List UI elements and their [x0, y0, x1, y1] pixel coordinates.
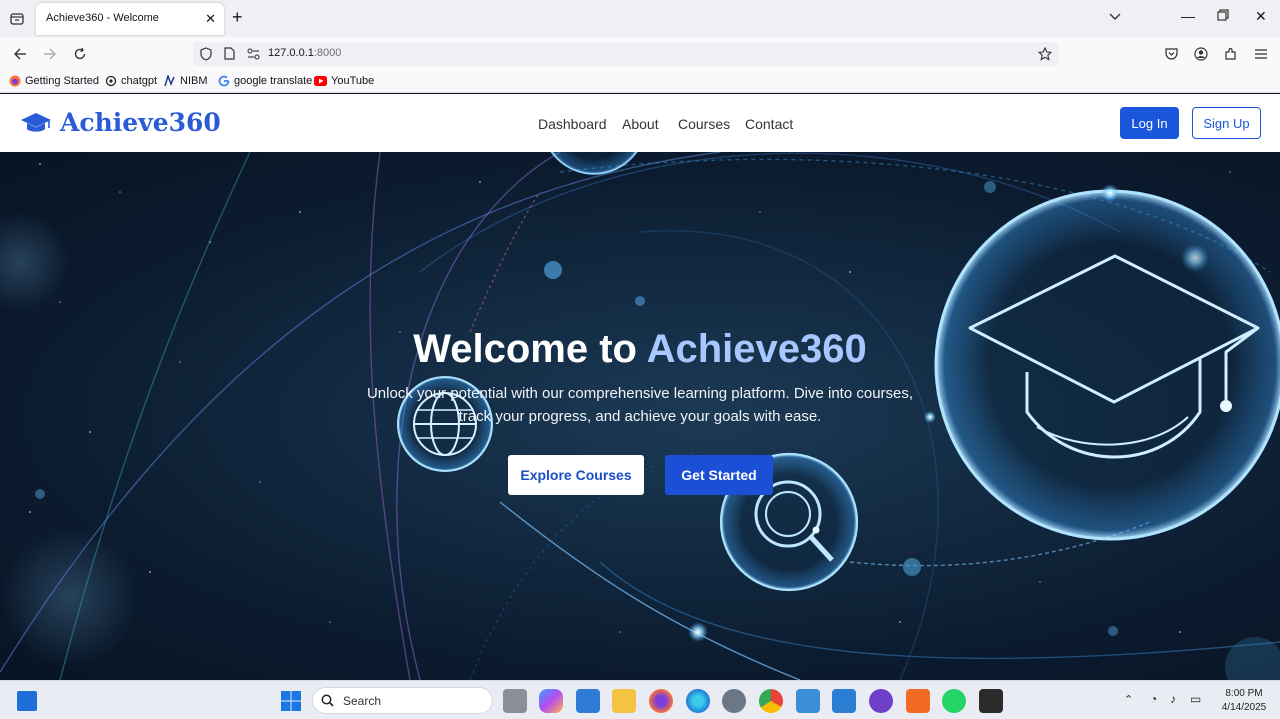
bookmarks-toolbar: Getting Started chatgpt NIBM google tran…	[0, 71, 1280, 93]
shield-icon[interactable]	[200, 47, 212, 66]
browser-toolbar: 127.0.0.1:8000	[0, 37, 1280, 71]
reload-icon[interactable]	[70, 45, 90, 63]
taskbar-search[interactable]: Search	[312, 687, 493, 714]
tab-close-icon[interactable]: ✕	[205, 11, 216, 27]
nav-courses[interactable]: Courses	[678, 116, 730, 132]
close-window-icon[interactable]: ✕	[1255, 8, 1267, 25]
restore-icon[interactable]	[1217, 8, 1229, 24]
bookmark-label: YouTube	[331, 75, 375, 87]
bookmark-chatgpt[interactable]: chatgpt	[105, 75, 157, 87]
page-icon[interactable]	[224, 47, 235, 65]
browser-tab-active[interactable]: Achieve360 - Welcome ✕	[36, 3, 224, 35]
firefox-icon	[9, 75, 21, 87]
browser-tab-bar: Achieve360 - Welcome ✕ + — ✕	[0, 0, 1280, 37]
wifi-icon[interactable]: ◔	[1150, 692, 1157, 706]
site-logo[interactable]: Achieve360	[20, 108, 221, 137]
graduation-cap-icon	[21, 112, 51, 132]
taskbar-search-placeholder: Search	[343, 694, 382, 708]
back-icon[interactable]	[10, 45, 30, 63]
nav-contact[interactable]: Contact	[745, 116, 793, 132]
url-host: 127.0.0.1	[268, 47, 314, 59]
new-tab-icon[interactable]: +	[232, 7, 243, 28]
start-icon[interactable]	[279, 689, 303, 713]
bookmark-getting-started[interactable]: Getting Started	[9, 75, 99, 87]
url-port: :8000	[313, 47, 342, 59]
nav-about[interactable]: About	[622, 116, 659, 132]
google-icon	[218, 75, 230, 87]
pocket-icon[interactable]	[1161, 45, 1181, 63]
xampp-icon[interactable]	[906, 689, 930, 713]
nav-dashboard[interactable]: Dashboard	[538, 116, 607, 132]
task-view-icon[interactable]	[503, 689, 527, 713]
bookmark-label: Getting Started	[25, 75, 99, 87]
permissions-icon[interactable]	[247, 47, 260, 65]
account-icon[interactable]	[1191, 45, 1211, 63]
whatsapp-icon[interactable]	[942, 689, 966, 713]
list-all-tabs-icon[interactable]	[1108, 9, 1122, 27]
chatgpt-icon	[105, 75, 117, 87]
clock-date: 4/14/2025	[1221, 702, 1267, 713]
menu-icon[interactable]	[1251, 45, 1271, 63]
file-explorer-icon[interactable]	[612, 689, 636, 713]
extensions-icon[interactable]	[1221, 45, 1241, 63]
firefox-taskbar-icon[interactable]	[649, 689, 673, 713]
nibm-icon	[164, 75, 175, 87]
photos-icon[interactable]	[796, 689, 820, 713]
url-text: 127.0.0.1:8000	[268, 47, 341, 59]
edge-icon[interactable]	[686, 689, 710, 713]
hero-title-prefix: Welcome to	[413, 327, 647, 371]
bookmark-google-translate[interactable]: google translate	[218, 75, 312, 87]
logo-text: Achieve360	[60, 108, 221, 137]
volume-icon[interactable]: ♪	[1170, 692, 1176, 706]
hero-title: Welcome to Achieve360	[0, 327, 1280, 372]
minimize-icon[interactable]: —	[1181, 8, 1195, 24]
explore-courses-button[interactable]: Explore Courses	[508, 455, 644, 495]
chevron-up-icon[interactable]: ⌃	[1124, 693, 1133, 706]
battery-icon[interactable]: ▭	[1190, 692, 1201, 706]
search-icon	[321, 694, 334, 707]
windows-taskbar: Search ⌃ ◔ ♪ ▭ 8:00 PM 4/14/2025	[0, 680, 1280, 719]
copilot-icon[interactable]	[539, 689, 563, 713]
settings-gear-icon[interactable]	[722, 689, 746, 713]
taskbar-clock[interactable]: 8:00 PM 4/14/2025	[1214, 687, 1274, 715]
bookmark-nibm[interactable]: NIBM	[164, 75, 208, 87]
hero-subtitle: Unlock your potential with our comprehen…	[366, 385, 914, 425]
hero-title-accent: Achieve360	[646, 327, 867, 371]
address-bar[interactable]: 127.0.0.1:8000	[193, 42, 1059, 66]
bookmark-star-icon[interactable]	[1037, 46, 1053, 66]
github-desktop-icon[interactable]	[869, 689, 893, 713]
tab-list-icon[interactable]	[6, 8, 28, 30]
clock-time: 8:00 PM	[1225, 688, 1263, 699]
bookmark-label: chatgpt	[121, 75, 158, 87]
site-header: Achieve360 Dashboard About Courses Conta…	[0, 94, 1280, 152]
hero-section: Welcome to Achieve360 Unlock your potent…	[0, 152, 1280, 680]
youtube-icon	[314, 76, 327, 86]
forward-icon[interactable]	[40, 45, 60, 63]
store-icon[interactable]	[576, 689, 600, 713]
bookmark-youtube[interactable]: YouTube	[314, 75, 374, 87]
terminal-icon[interactable]	[979, 689, 1003, 713]
get-started-button[interactable]: Get Started	[665, 455, 773, 495]
bookmark-label: NIBM	[180, 75, 208, 87]
chrome-icon[interactable]	[759, 689, 783, 713]
signup-button[interactable]: Sign Up	[1192, 107, 1261, 139]
tab-title: Achieve360 - Welcome	[46, 12, 159, 24]
bookmark-label: google translate	[234, 75, 313, 87]
widgets-icon[interactable]	[17, 691, 37, 711]
vscode-icon[interactable]	[832, 689, 856, 713]
login-button[interactable]: Log In	[1120, 107, 1179, 139]
